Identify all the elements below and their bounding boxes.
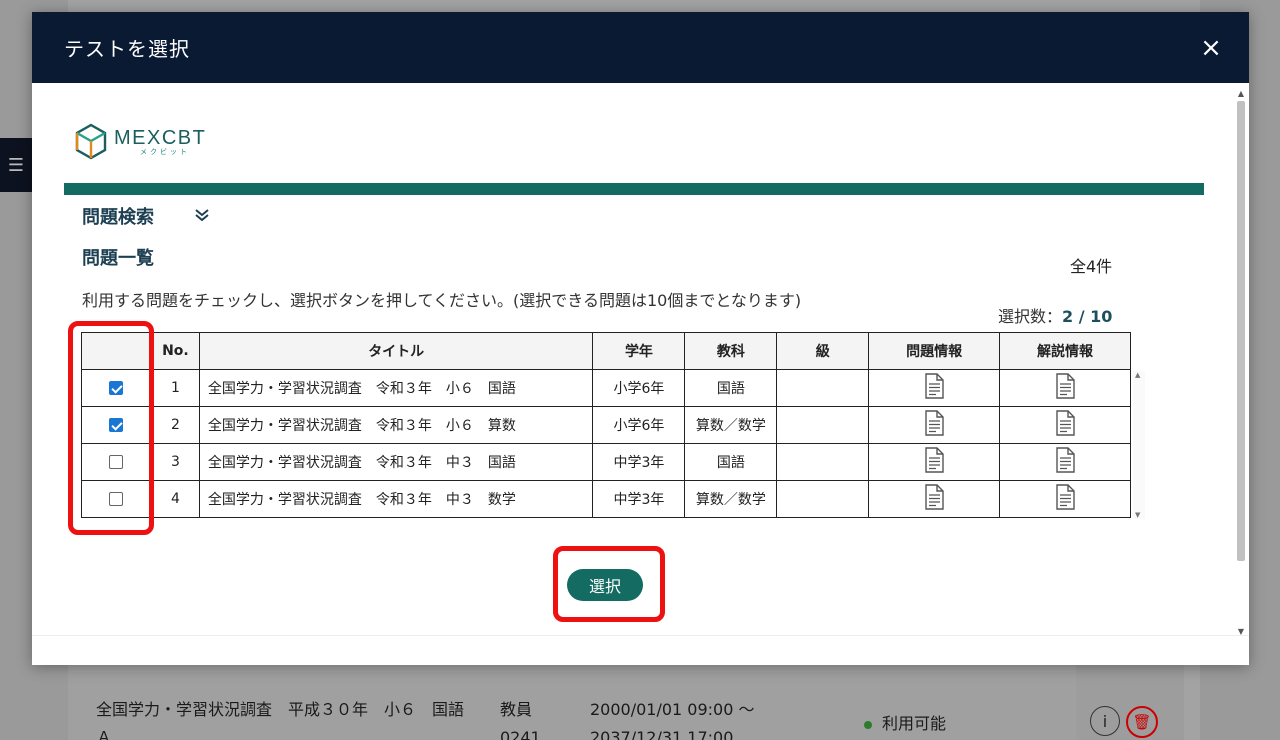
problem-info-document-icon[interactable] [923,484,945,514]
row-problem-info [868,406,1001,444]
scroll-thumb[interactable] [1237,101,1245,561]
header-explanation-info: 解説情報 [999,332,1131,370]
row-grade: 小学6年 [592,369,686,407]
table-scroll-up-icon[interactable]: ▲ [1135,371,1140,379]
selection-count-max: 10 [1090,307,1113,326]
table-row: 1 全国学力・学習状況調査 令和３年 小６ 国語 小学6年 国語 [81,369,1131,407]
close-icon[interactable]: × [1197,34,1225,62]
background-test-row: 全国学力・学習状況調査 平成３０年 小６ 国語Ａ 教員 0241 2000/01… [68,672,1076,740]
row-grade: 小学6年 [592,406,686,444]
row-subject: 国語 [684,369,778,407]
row-explanation-info [999,406,1131,444]
table-scrollbar[interactable]: ▲ ▼ [1133,371,1145,519]
table-row: 2 全国学力・学習状況調査 令和３年 小６ 算数 小学6年 算数／数学 [81,406,1131,444]
row-problem-info [868,369,1001,407]
instruction-text: 利用する問題をチェックし、選択ボタンを押してください。(選択できる問題は10個ま… [82,291,802,310]
header-grade: 学年 [592,332,686,370]
header-level: 級 [776,332,870,370]
row-problem-info [868,443,1001,481]
row-explanation-info [999,369,1131,407]
modal-footer-divider [32,635,1249,636]
row-title: 全国学力・学習状況調査 令和３年 中３ 国語 [198,443,594,481]
header-title: タイトル [198,332,594,370]
problem-table: No. タイトル 学年 教科 級 問題情報 解説情報 1 全国学力・学習状況調査 … [81,332,1131,518]
logo-text: MEXCBT [114,126,207,149]
trash-icon[interactable]: 🗑 [1126,706,1158,738]
modal-header: テストを選択 × [32,12,1249,83]
selection-count-label: 選択数： [998,307,1063,326]
mexcbt-logo: MEXCBT メクビット [74,123,206,161]
logo-subtext: メクビット [140,147,190,156]
explanation-document-icon[interactable] [1054,447,1076,477]
row-subject: 算数／数学 [684,406,778,444]
problem-info-document-icon[interactable] [923,410,945,440]
cube-logo-icon [75,123,107,160]
explanation-document-icon[interactable] [1054,410,1076,440]
header-divider [64,183,1204,195]
table-scroll-down-icon[interactable]: ▼ [1135,511,1140,519]
row-title: 全国学力・学習状況調査 令和３年 小６ 算数 [198,406,594,444]
info-icon[interactable]: i [1090,706,1120,736]
explanation-document-icon[interactable] [1054,373,1076,403]
background-test-role: 教員 0241 [500,700,541,740]
problem-info-document-icon[interactable] [923,447,945,477]
row-grade: 中学3年 [592,480,686,518]
explanation-document-icon[interactable] [1054,484,1076,514]
total-count: 全4件 [1070,257,1113,276]
select-button-highlight [553,546,665,622]
row-explanation-info [999,480,1131,518]
row-subject: 国語 [684,443,778,481]
select-test-modal: テストを選択 × ▲ ▼ MEXCBT メクビット 問題検索 問題一覧 全4件 … [32,12,1249,665]
background-test-period: 2000/01/01 09:00 ～ 2037/12/31 17:00 [590,700,755,740]
row-no: 3 [150,443,200,481]
problem-search-toggle[interactable]: 問題検索 [82,203,210,229]
background-test-title: 全国学力・学習状況調査 平成３０年 小６ 国語Ａ [96,700,465,740]
row-problem-info [868,480,1001,518]
row-title: 全国学力・学習状況調査 令和３年 中３ 数学 [198,480,594,518]
row-no: 1 [150,369,200,407]
table-row: 3 全国学力・学習状況調査 令和３年 中３ 国語 中学3年 国語 [81,443,1131,481]
problem-search-heading: 問題検索 [82,207,154,228]
modal-body: ▲ ▼ MEXCBT メクビット 問題検索 問題一覧 全4件 利用する問題をチェ… [32,83,1249,665]
list-icon[interactable]: ☰ [0,138,32,192]
row-no: 4 [150,480,200,518]
row-level [776,406,870,444]
selection-count-separator: / [1073,307,1091,326]
table-row: 4 全国学力・学習状況調査 令和３年 中３ 数学 中学3年 算数／数学 [81,480,1131,518]
row-grade: 中学3年 [592,443,686,481]
modal-scrollbar[interactable]: ▲ ▼ [1236,89,1246,637]
selection-count: 選択数：2 / 10 [998,303,1112,327]
double-chevron-down-icon[interactable] [194,208,210,224]
status-label: 利用可能 [882,714,947,733]
modal-title: テストを選択 [64,37,190,61]
row-explanation-info [999,443,1131,481]
problem-list-heading: 問題一覧 [82,248,154,269]
header-no: No. [150,332,200,370]
row-level [776,369,870,407]
row-level [776,480,870,518]
header-problem-info: 問題情報 [868,332,1001,370]
table-header-row: No. タイトル 学年 教科 級 問題情報 解説情報 [81,332,1131,370]
status-badge: 利用可能 [864,710,946,734]
row-no: 2 [150,406,200,444]
row-title: 全国学力・学習状況調査 令和３年 小６ 国語 [198,369,594,407]
row-subject: 算数／数学 [684,480,778,518]
problem-info-document-icon[interactable] [923,373,945,403]
scroll-up-icon[interactable]: ▲ [1236,89,1246,99]
selection-count-selected: 2 [1062,307,1074,326]
header-subject: 教科 [684,332,778,370]
checkbox-column-highlight [68,321,154,535]
row-level [776,443,870,481]
status-dot-icon [864,720,872,729]
